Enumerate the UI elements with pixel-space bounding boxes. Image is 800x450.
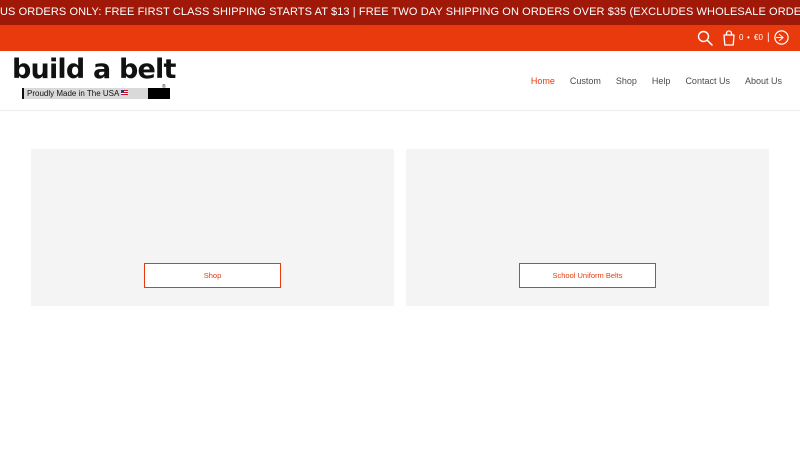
logo-tagline-strip: Proudly Made in The USA	[22, 88, 170, 99]
nav-contact-us[interactable]: Contact Us	[685, 76, 730, 86]
cart-total[interactable]: €0	[754, 25, 763, 51]
announcement-bar: US ORDERS ONLY: FREE FIRST CLASS SHIPPIN…	[0, 0, 800, 25]
account-icon[interactable]	[774, 30, 789, 45]
cart-count[interactable]: 0	[739, 25, 743, 51]
nav-about-us[interactable]: About Us	[745, 76, 782, 86]
utility-divider: |	[767, 32, 770, 43]
utility-bar: 0 • €0 |	[0, 25, 800, 51]
shop-button[interactable]: Shop	[144, 263, 281, 288]
main-nav: Home Custom Shop Help Contact Us About U…	[531, 51, 782, 111]
nav-custom[interactable]: Custom	[570, 76, 601, 86]
collection-card-shop[interactable]: Shop	[31, 149, 394, 306]
logo-registered-mark: ®	[162, 84, 166, 90]
cart-icon[interactable]	[722, 30, 736, 46]
logo-black-block	[148, 88, 170, 99]
announcement-text: US ORDERS ONLY: FREE FIRST CLASS SHIPPIN…	[0, 6, 800, 18]
cart-separator-dot: •	[747, 33, 750, 42]
us-flag-icon	[121, 90, 129, 95]
search-icon[interactable]	[697, 30, 713, 46]
logo-tagline: Proudly Made in The USA	[27, 88, 129, 99]
nav-home[interactable]: Home	[531, 76, 555, 86]
nav-help[interactable]: Help	[652, 76, 671, 86]
nav-shop[interactable]: Shop	[616, 76, 637, 86]
school-uniform-belts-button[interactable]: School Uniform Belts	[519, 263, 656, 288]
site-header: build a belt Proudly Made in The USA ® H…	[0, 51, 800, 111]
collection-card-school-uniform-belts[interactable]: School Uniform Belts	[406, 149, 769, 306]
logo[interactable]: build a belt Proudly Made in The USA ®	[12, 54, 176, 101]
logo-wordmark: build a belt	[12, 54, 176, 85]
